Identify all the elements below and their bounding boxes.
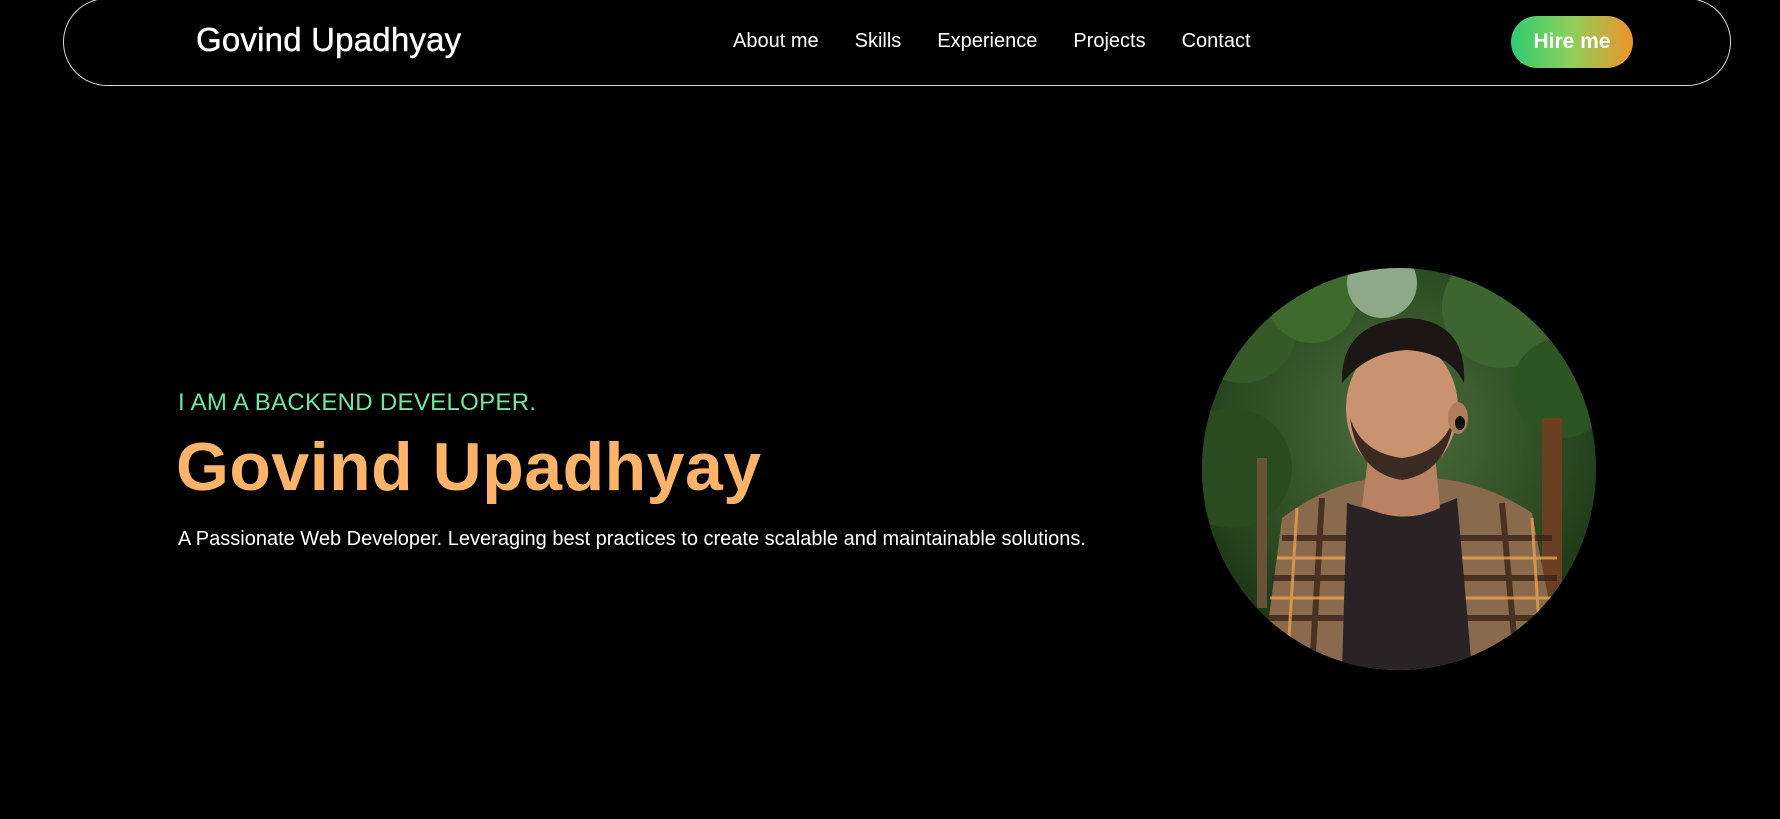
brand-logo[interactable]: Govind Upadhyay — [196, 21, 462, 59]
nav-item-experience[interactable]: Experience — [937, 30, 1037, 53]
nav-item-projects[interactable]: Projects — [1073, 30, 1145, 53]
hero-tagline: I AM A BACKEND DEVELOPER. — [178, 389, 537, 416]
nav-item-about[interactable]: About me — [733, 30, 819, 53]
hire-me-button[interactable]: Hire me — [1511, 16, 1633, 68]
nav-links: About me Skills Experience Projects Cont… — [733, 30, 1251, 53]
profile-photo — [1202, 268, 1596, 670]
navbar: Govind Upadhyay About me Skills Experien… — [63, 0, 1731, 86]
hero-description: A Passionate Web Developer. Leveraging b… — [178, 528, 1086, 550]
hero-name: Govind Upadhyay — [176, 429, 762, 505]
nav-item-contact[interactable]: Contact — [1182, 30, 1251, 53]
nav-item-skills[interactable]: Skills — [855, 30, 902, 53]
